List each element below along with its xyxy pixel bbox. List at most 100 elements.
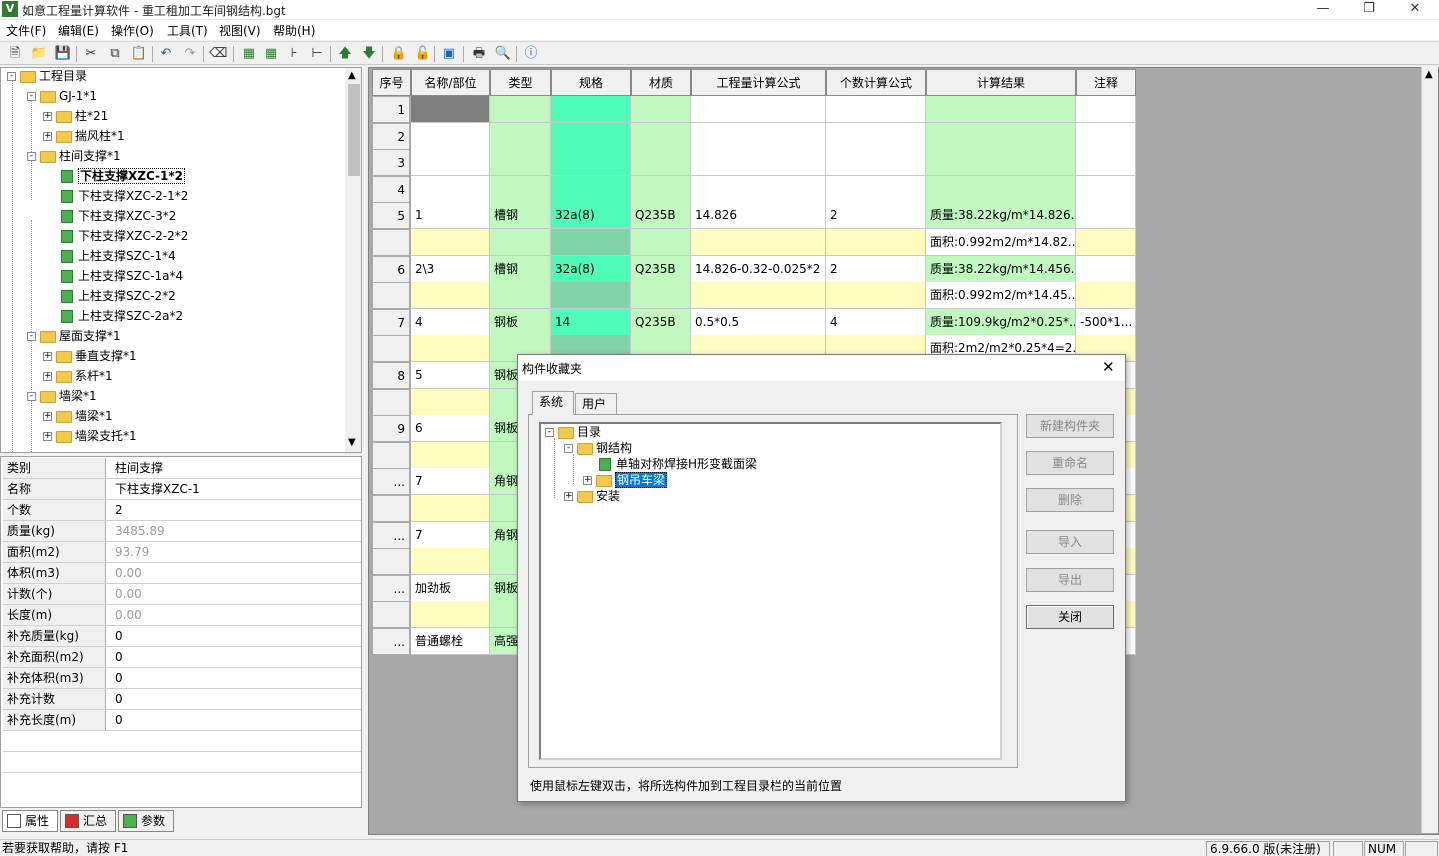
scroll-down-icon[interactable]: ▼ [348,437,356,448]
collapse-icon[interactable]: - [564,444,573,453]
grid-cell[interactable] [551,122,631,150]
grid-cell[interactable] [631,282,691,310]
tab-params[interactable]: 参数 [118,810,174,832]
property-value[interactable]: 2 [111,500,361,520]
grid-cell[interactable] [411,335,490,363]
grid-header[interactable]: 名称/部位 [411,69,490,96]
menu-view[interactable]: 视图(V) [219,22,261,39]
expand-icon[interactable]: + [43,372,52,381]
save-icon[interactable]: 💾 [54,45,72,63]
row-number[interactable]: 2 [372,122,410,150]
grid-cell[interactable] [1076,96,1136,123]
grid-cell[interactable]: 普通螺栓 [411,628,490,655]
grid-header[interactable]: 工程量计算公式 [691,69,826,96]
grid-cell[interactable] [631,149,691,177]
tree-node[interactable]: 下柱支撑XZC-1*2 [61,166,185,186]
tree-node[interactable]: + 揣风柱*1 [43,126,125,146]
grid-cell[interactable]: 质量:109.9kg/m2*0.25*... [926,308,1076,336]
grid-cell[interactable] [411,282,490,310]
grid-cell[interactable]: 槽钢 [490,202,551,230]
grid-cell[interactable] [691,96,826,123]
grid-cell[interactable]: 面积:0.992m2/m*14.82... [926,229,1076,256]
row-number[interactable] [372,441,410,469]
grid-cell[interactable] [926,175,1076,203]
tree-expand-icon[interactable]: ⊦ [285,45,303,63]
row-number[interactable]: 7 [372,308,410,336]
row-number[interactable] [372,282,410,310]
row-number[interactable]: 3 [372,149,410,177]
grid-header[interactable]: 序号 [372,69,411,96]
menu-edit[interactable]: 编辑(E) [58,22,99,39]
grid-header[interactable]: 材质 [631,69,691,96]
menu-operate[interactable]: 操作(O) [111,22,154,39]
expand-icon[interactable]: + [43,132,52,141]
close-window-button[interactable]: ✕ [1392,0,1438,20]
grid-cell[interactable]: 14.826 [691,202,826,230]
grid-cell[interactable]: 0.5*0.5 [691,308,826,336]
paste-icon[interactable]: 📋 [130,45,148,63]
tree-node[interactable]: - GJ-1*1 [27,86,97,106]
collapse-icon[interactable]: - [27,392,36,401]
grid-cell[interactable] [411,149,490,177]
delete-button[interactable]: 删除 [1026,488,1114,512]
grid-cell[interactable] [411,175,490,203]
grid-cell[interactable]: 2 [826,255,926,283]
scroll-thumb[interactable] [348,84,360,176]
grid-cell[interactable] [926,149,1076,177]
expand-icon[interactable]: + [43,112,52,121]
redo-icon[interactable]: ↷ [181,45,199,63]
tree-node[interactable]: - 工程目录 [7,68,87,86]
grid-header[interactable]: 类型 [490,69,551,96]
grid-cell[interactable] [1076,149,1136,177]
row-number[interactable]: 6 [372,255,410,283]
tree-node[interactable]: 下柱支撑XZC-3*2 [61,206,176,226]
frame-icon[interactable]: ▣ [440,45,458,63]
row-number[interactable]: 4 [372,175,410,203]
grid-cell[interactable] [411,229,490,256]
grid-scroll-up-icon[interactable]: ▲ [1425,69,1433,80]
new-folder-button[interactable]: 新建构件夹 [1026,414,1114,438]
grid-header[interactable]: 计算结果 [926,69,1076,96]
grid-cell[interactable]: Q235B [631,255,691,283]
row-number[interactable] [372,229,410,256]
grid-cell[interactable]: 7 [411,468,490,496]
grid-cell[interactable] [551,229,631,256]
grid-cell[interactable] [551,282,631,310]
grid-cell[interactable] [691,175,826,203]
grid-cell[interactable]: 7 [411,521,490,549]
grid-cell[interactable]: 钢板 [490,308,551,336]
grid-cell[interactable]: 加劲板 [411,574,490,602]
row-number[interactable] [372,601,410,629]
grid-cell[interactable] [411,601,490,629]
move-down-icon[interactable]: 🡇 [360,45,378,63]
property-value[interactable]: 下柱支撑XZC-1 [111,479,361,499]
tree-node[interactable]: + 系杆*1 [43,366,113,386]
grid-cell[interactable] [691,122,826,150]
open-folder-icon[interactable]: 📁 [30,45,48,63]
property-value[interactable]: 0 [111,710,361,730]
grid-cell[interactable]: 32a(8) [551,255,631,283]
grid-cell[interactable] [826,229,926,256]
grid-cell[interactable] [1076,122,1136,150]
row-number[interactable] [372,495,410,522]
tab-summary[interactable]: 汇总 [60,810,116,832]
row-number[interactable]: ... [372,574,410,602]
row-number[interactable]: 1 [372,96,410,123]
tree-node[interactable]: + 垂直支撑*1 [43,346,137,366]
tree-node[interactable]: - 屋面支撑*1 [27,326,121,346]
grid-cell[interactable]: 2 [826,202,926,230]
grid-header[interactable]: 注释 [1076,69,1136,96]
grid-cell[interactable] [551,149,631,177]
tab-system[interactable]: 系统 [532,391,574,415]
grid-cell[interactable] [926,96,1076,123]
property-value[interactable]: 0 [111,668,361,688]
help-icon[interactable]: ⓘ [522,45,540,63]
row-number[interactable]: ... [372,468,410,496]
grid-cell[interactable]: 14 [551,308,631,336]
expand-icon[interactable]: + [43,432,52,441]
print-icon[interactable]: 🖶 [470,45,488,63]
row-number[interactable]: ... [372,521,410,549]
grid-cell[interactable] [691,282,826,310]
tree-node[interactable]: + 墙梁*1 [43,406,113,426]
grid-header[interactable]: 规格 [551,69,631,96]
